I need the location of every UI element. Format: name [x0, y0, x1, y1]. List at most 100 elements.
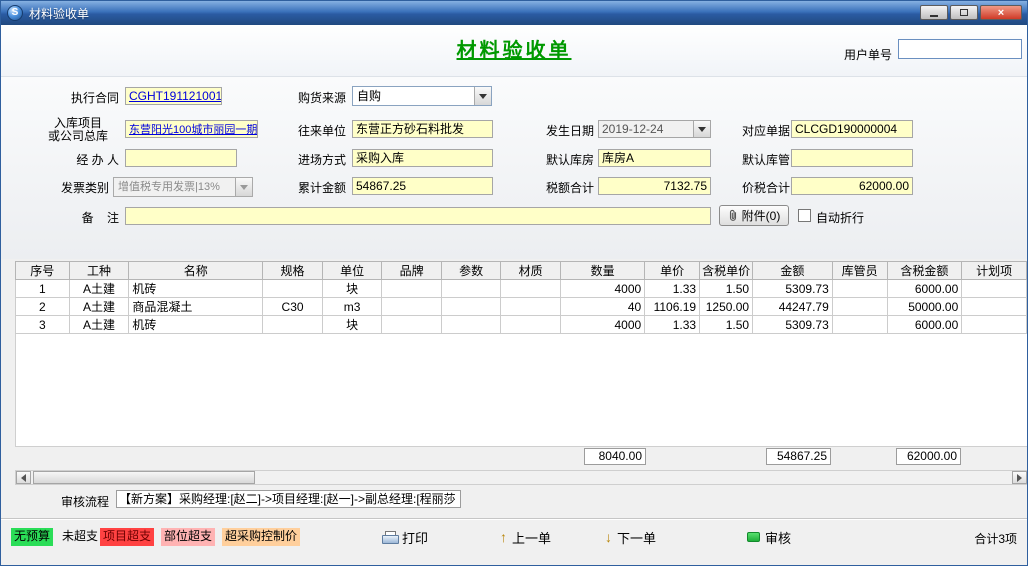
table-cell[interactable]: 商品混凝土 [128, 297, 264, 316]
scroll-left-button[interactable] [16, 471, 31, 484]
gross-total-field[interactable]: 62000.00 [791, 177, 913, 195]
table-cell[interactable] [831, 297, 888, 316]
table-cell[interactable]: A土建 [68, 279, 130, 298]
table-cell[interactable] [831, 315, 888, 334]
horizontal-scrollbar[interactable] [15, 470, 1027, 485]
table-cell[interactable]: 1.33 [644, 315, 701, 334]
purchase-source-dropdown-button[interactable] [474, 87, 491, 105]
column-header[interactable]: 单价 [644, 261, 701, 280]
entry-mode-field[interactable]: 采购入库 [352, 149, 493, 167]
table-cell[interactable]: 4000 [559, 315, 646, 334]
minimize-button[interactable] [920, 5, 948, 20]
column-header[interactable]: 含税金额 [886, 261, 963, 280]
remark-field[interactable] [125, 207, 711, 225]
table-cell[interactable]: 机砖 [128, 279, 264, 298]
print-button[interactable]: 打印 [382, 527, 428, 547]
table-cell[interactable]: A土建 [68, 315, 130, 334]
table-cell[interactable]: 1.50 [699, 315, 754, 334]
table-cell[interactable]: m3 [321, 297, 383, 316]
table-cell[interactable]: 1.33 [644, 279, 701, 298]
table-cell[interactable]: 5309.73 [752, 279, 833, 298]
ref-doc-field[interactable]: CLCGD190000004 [791, 120, 913, 138]
table-cell[interactable] [440, 297, 502, 316]
project-link[interactable]: 东营阳光100城市丽园一期 [129, 124, 257, 136]
auto-wrap-checkbox[interactable] [798, 209, 811, 222]
column-header[interactable]: 工种 [68, 261, 130, 280]
occur-date-field[interactable]: 2019-12-24 [598, 120, 711, 138]
column-header[interactable]: 品牌 [381, 261, 442, 280]
table-cell[interactable] [440, 279, 502, 298]
table-cell[interactable]: 块 [321, 279, 383, 298]
table-row[interactable]: 2 A土建 商品混凝土 C30 m3 40 1106.19 1250.00 44247.79 50… [15, 297, 1027, 316]
contract-link[interactable]: CGHT191121001 [129, 89, 221, 103]
table-cell[interactable]: A土建 [68, 297, 130, 316]
table-cell[interactable] [381, 297, 442, 316]
accum-amount-field[interactable]: 54867.25 [352, 177, 493, 195]
table-cell[interactable] [961, 297, 1027, 316]
table-cell[interactable] [440, 315, 502, 334]
column-header[interactable]: 计划项 [961, 261, 1027, 280]
table-cell[interactable] [262, 315, 323, 334]
attachment-button[interactable]: 附件(0) [719, 205, 789, 226]
table-cell[interactable]: 4000 [559, 279, 646, 298]
table-cell[interactable]: 1.50 [699, 279, 754, 298]
table-cell[interactable]: 6000.00 [886, 315, 963, 334]
tax-total-field[interactable]: 7132.75 [598, 177, 711, 195]
table-cell[interactable]: 3 [15, 315, 70, 334]
default-keeper-field[interactable] [791, 149, 913, 167]
table-cell[interactable]: 40 [559, 297, 646, 316]
table-cell[interactable]: 机砖 [128, 315, 264, 334]
table-cell[interactable] [961, 315, 1027, 334]
audit-button[interactable]: 审核 [747, 527, 791, 547]
counterpart-field[interactable]: 东营正方砂石料批发 [352, 120, 493, 138]
table-cell[interactable] [381, 279, 442, 298]
table-cell[interactable]: C30 [262, 297, 323, 316]
close-button[interactable]: × [980, 5, 1022, 20]
column-header[interactable]: 材质 [500, 261, 561, 280]
handler-field[interactable] [125, 149, 237, 167]
user-order-no-input[interactable] [898, 39, 1022, 59]
table-cell[interactable]: 1250.00 [699, 297, 754, 316]
table-cell[interactable] [500, 279, 561, 298]
purchase-source-combo[interactable]: 自购 [352, 86, 492, 106]
table-row[interactable]: 1 A土建 机砖 块 4000 1.33 1.50 5309.73 6000.00 [15, 279, 1027, 298]
project-field[interactable]: 东营阳光100城市丽园一期 [125, 120, 258, 138]
table-cell[interactable]: 50000.00 [886, 297, 963, 316]
table-cell[interactable] [262, 279, 323, 298]
table-cell[interactable]: 5309.73 [752, 315, 833, 334]
table-cell[interactable]: 1106.19 [644, 297, 701, 316]
scrollbar-thumb[interactable] [33, 471, 255, 484]
table-cell[interactable]: 块 [321, 315, 383, 334]
review-flow-field[interactable]: 【新方案】采购经理:[赵二]->项目经理:[赵一]->副总经理:[程丽莎 [116, 490, 461, 508]
column-header[interactable]: 金额 [752, 261, 833, 280]
table-cell[interactable]: 2 [15, 297, 70, 316]
previous-order-button[interactable]: ↑ 上一单 [500, 527, 551, 547]
column-header[interactable]: 序号 [15, 261, 70, 280]
table-cell[interactable]: 6000.00 [886, 279, 963, 298]
maximize-button[interactable] [950, 5, 978, 20]
auto-wrap-label: 自动折行 [816, 211, 865, 225]
table-cell[interactable] [500, 297, 561, 316]
date-picker-button[interactable] [693, 121, 710, 137]
table-cell[interactable] [831, 279, 888, 298]
table-cell[interactable] [500, 315, 561, 334]
contract-field[interactable]: CGHT191121001 [125, 87, 222, 105]
table-cell[interactable] [381, 315, 442, 334]
column-header[interactable]: 参数 [440, 261, 502, 280]
column-header[interactable]: 库管员 [831, 261, 888, 280]
table-cell[interactable]: 1 [15, 279, 70, 298]
status-badge: 未超支 [62, 529, 99, 543]
column-header[interactable]: 数量 [559, 261, 646, 280]
table-cell[interactable] [961, 279, 1027, 298]
column-header[interactable]: 名称 [128, 261, 264, 280]
column-header[interactable]: 含税单价 [699, 261, 754, 280]
table-cell[interactable]: 44247.79 [752, 297, 833, 316]
scroll-right-button[interactable] [1012, 471, 1027, 484]
column-header[interactable]: 单位 [321, 261, 383, 280]
invoice-type-dropdown-button[interactable] [235, 178, 252, 196]
default-warehouse-field[interactable]: 库房A [598, 149, 711, 167]
invoice-type-combo[interactable]: 增值税专用发票|13% [113, 177, 253, 197]
table-row[interactable]: 3 A土建 机砖 块 4000 1.33 1.50 5309.73 6000.00 [15, 315, 1027, 334]
next-order-button[interactable]: ↓ 下一单 [605, 527, 656, 547]
column-header[interactable]: 规格 [262, 261, 323, 280]
